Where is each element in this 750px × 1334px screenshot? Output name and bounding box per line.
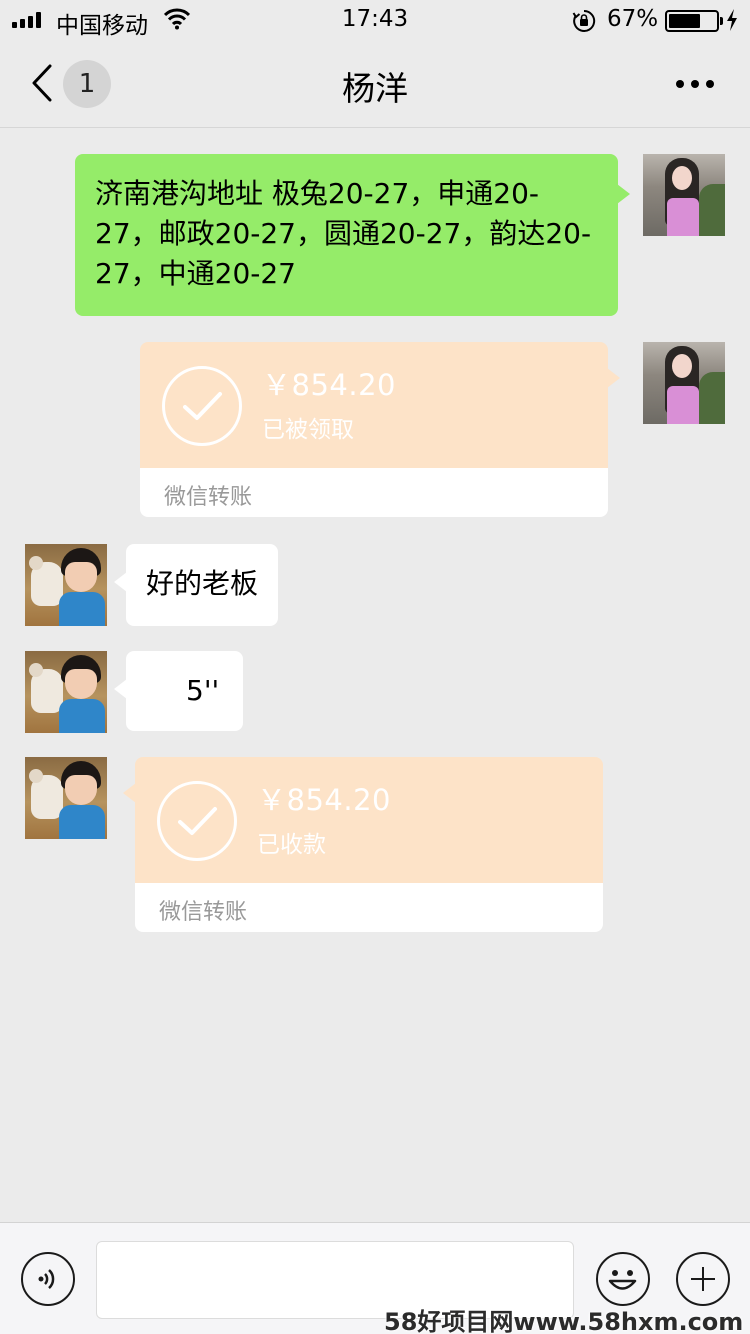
chat-title: 杨洋 xyxy=(342,69,408,108)
avatar[interactable] xyxy=(25,651,107,733)
transfer-status: 已收款 xyxy=(257,832,326,858)
transfer-card-received[interactable]: ￥854.20 已收款 微信转账 xyxy=(123,757,603,932)
rotation-lock-icon xyxy=(572,9,596,37)
avatar[interactable] xyxy=(25,544,107,626)
transfer-status: 已被领取 xyxy=(262,417,354,443)
message-bubble-received[interactable]: 好的老板 xyxy=(114,544,278,626)
checkmark-icon xyxy=(162,366,242,446)
charging-bolt-icon xyxy=(726,9,738,35)
avatar[interactable] xyxy=(643,154,725,236)
emoji-icon[interactable] xyxy=(596,1252,650,1306)
message-bubble-sent[interactable]: 济南港沟地址 极兔20-27，申通20-27，邮政20-27，圆通20-27，韵… xyxy=(75,154,630,316)
watermark: 58好项目网www.58hxm.com xyxy=(384,1308,744,1334)
nav-bar: 1 杨洋 xyxy=(0,40,750,128)
transfer-label: 微信转账 xyxy=(159,900,248,925)
voice-duration: 5'' xyxy=(186,674,220,707)
transfer-amount: ￥854.20 xyxy=(257,783,391,817)
battery-icon xyxy=(665,10,723,32)
status-bar: 中国移动 17:43 67% xyxy=(0,0,750,40)
voice-icon[interactable] xyxy=(21,1252,75,1306)
plus-icon[interactable] xyxy=(676,1252,730,1306)
avatar[interactable] xyxy=(25,757,107,839)
message-text: 济南港沟地址 极兔20-27，申通20-27，邮政20-27，圆通20-27，韵… xyxy=(95,177,592,290)
transfer-amount: ￥854.20 xyxy=(262,368,396,402)
avatar[interactable] xyxy=(643,342,725,424)
more-dots-icon[interactable] xyxy=(676,80,714,88)
message-text: 好的老板 xyxy=(146,567,259,600)
transfer-card-sent[interactable]: ￥854.20 已被领取 微信转账 xyxy=(140,342,620,517)
checkmark-icon xyxy=(157,781,237,861)
transfer-label: 微信转账 xyxy=(164,485,253,510)
voice-message-bubble[interactable]: 5'' xyxy=(114,651,243,731)
battery-percent: 67% xyxy=(607,6,659,32)
